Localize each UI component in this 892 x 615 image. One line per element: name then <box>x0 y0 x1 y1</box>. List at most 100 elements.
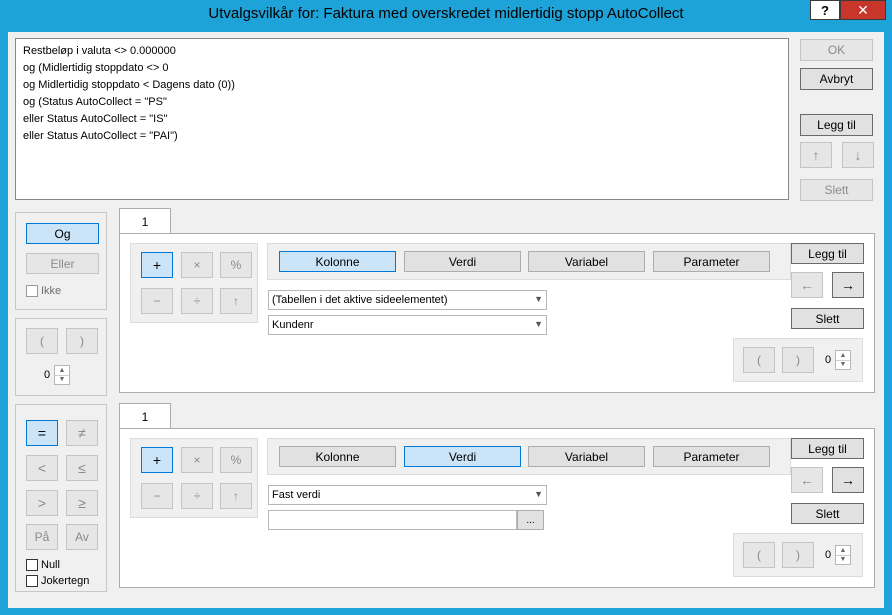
operand-paren-spinner[interactable]: 0 ▲ ▼ <box>821 545 851 565</box>
null-checkbox[interactable]: Null <box>26 559 60 571</box>
move-right-button[interactable]: → <box>832 272 864 298</box>
value-type-combo[interactable]: Fast verdi ▼ <box>268 485 547 505</box>
not-checkbox-label: Ikke <box>41 285 62 297</box>
logic-group: Og Eller Ikke <box>15 212 107 310</box>
dialog-client: Restbeløp i valuta <> 0.000000 og (Midle… <box>8 32 884 608</box>
spin-down-icon[interactable]: ▼ <box>55 376 69 385</box>
and-button[interactable]: Og <box>26 223 99 244</box>
not-equals-button[interactable]: ≠ <box>66 420 98 446</box>
off-button[interactable]: Av <box>66 524 98 550</box>
operand-open-paren-button[interactable]: ( <box>743 347 775 373</box>
spinner-arrows[interactable]: ▲ ▼ <box>54 365 70 385</box>
comparison-group: = ≠ < ≤ > ≥ På Av Null Jokertegn <box>15 404 107 592</box>
spin-down-icon[interactable]: ▼ <box>836 361 850 370</box>
chevron-down-icon[interactable]: ▼ <box>534 489 543 499</box>
condition-line: og (Status AutoCollect = "PS" <box>23 96 167 108</box>
table-combo[interactable]: (Tabellen i det aktive sideelementet) ▼ <box>268 290 547 310</box>
type-variable-button[interactable]: Variabel <box>528 251 645 272</box>
greater-equal-button[interactable]: ≥ <box>66 490 98 516</box>
null-checkbox-label: Null <box>41 559 60 571</box>
spin-up-icon[interactable]: ▲ <box>836 546 850 556</box>
help-button[interactable]: ? <box>810 0 840 20</box>
chevron-down-icon[interactable]: ▼ <box>534 294 543 304</box>
window-title: Utvalgsvilkår for: Faktura med overskred… <box>208 5 684 22</box>
spin-up-icon[interactable]: ▲ <box>55 366 69 376</box>
less-than-button[interactable]: < <box>26 455 58 481</box>
conditions-list[interactable]: Restbeløp i valuta <> 0.000000 og (Midle… <box>15 38 789 200</box>
move-up-button[interactable]: ↑ <box>800 142 832 168</box>
tab-operand-1[interactable]: 1 <box>119 208 171 234</box>
wildcard-checkbox[interactable]: Jokertegn <box>26 575 89 587</box>
minus-button[interactable]: − <box>141 483 173 509</box>
operand-paren-count: 0 <box>824 549 832 561</box>
value-input[interactable] <box>268 510 517 530</box>
not-checkbox-box[interactable] <box>26 285 38 297</box>
operand-paren-box: ( ) 0 ▲ ▼ <box>733 533 863 577</box>
move-down-button[interactable]: ↓ <box>842 142 874 168</box>
operand-add-button[interactable]: Legg til <box>791 243 864 264</box>
divide-button[interactable]: ÷ <box>181 288 213 314</box>
delete-condition-button[interactable]: Slett <box>800 179 873 201</box>
spinner-arrows[interactable]: ▲ ▼ <box>835 545 851 565</box>
operator-box: + × % − ÷ ↑ <box>130 438 258 518</box>
add-condition-button[interactable]: Legg til <box>800 114 873 136</box>
minus-button[interactable]: − <box>141 288 173 314</box>
power-button[interactable]: ↑ <box>220 288 252 314</box>
browse-button[interactable]: ... <box>517 510 544 530</box>
operand-open-paren-button[interactable]: ( <box>743 542 775 568</box>
paren-count-spinner[interactable]: 0 ▲ ▼ <box>40 365 70 385</box>
condition-line: Restbeløp i valuta <> 0.000000 <box>23 45 176 57</box>
operand-close-paren-button[interactable]: ) <box>782 542 814 568</box>
wildcard-checkbox-label: Jokertegn <box>41 575 90 587</box>
operand-close-paren-button[interactable]: ) <box>782 347 814 373</box>
divide-button[interactable]: ÷ <box>181 483 213 509</box>
tab-operand-2[interactable]: 1 <box>119 403 171 429</box>
not-checkbox[interactable]: Ikke <box>26 285 61 297</box>
dialog-window: Utvalgsvilkår for: Faktura med overskred… <box>0 0 892 615</box>
type-parameter-button[interactable]: Parameter <box>653 251 770 272</box>
times-button[interactable]: × <box>181 447 213 473</box>
type-value-button[interactable]: Verdi <box>404 251 521 272</box>
plus-button[interactable]: + <box>141 252 173 278</box>
close-paren-button[interactable]: ) <box>66 328 98 354</box>
power-button[interactable]: ↑ <box>220 483 252 509</box>
move-left-button[interactable]: ← <box>791 272 823 298</box>
type-variable-button[interactable]: Variabel <box>528 446 645 467</box>
greater-than-button[interactable]: > <box>26 490 58 516</box>
type-column-button[interactable]: Kolonne <box>279 251 396 272</box>
value-type-combo-value: Fast verdi <box>272 489 321 501</box>
operand-paren-count: 0 <box>824 354 832 366</box>
ok-button[interactable]: OK <box>800 39 873 61</box>
type-parameter-button[interactable]: Parameter <box>653 446 770 467</box>
chevron-down-icon[interactable]: ▼ <box>534 319 543 329</box>
operand-delete-button[interactable]: Slett <box>791 503 864 524</box>
on-button[interactable]: På <box>26 524 58 550</box>
wildcard-checkbox-box[interactable] <box>26 575 38 587</box>
type-column-button[interactable]: Kolonne <box>279 446 396 467</box>
operand-paren-spinner[interactable]: 0 ▲ ▼ <box>821 350 851 370</box>
plus-button[interactable]: + <box>141 447 173 473</box>
spinner-arrows[interactable]: ▲ ▼ <box>835 350 851 370</box>
move-left-button[interactable]: ← <box>791 467 823 493</box>
spin-down-icon[interactable]: ▼ <box>836 556 850 565</box>
null-checkbox-box[interactable] <box>26 559 38 571</box>
move-right-button[interactable]: → <box>832 467 864 493</box>
spin-up-icon[interactable]: ▲ <box>836 351 850 361</box>
or-button[interactable]: Eller <box>26 253 99 274</box>
open-paren-button[interactable]: ( <box>26 328 58 354</box>
less-equal-button[interactable]: ≤ <box>66 455 98 481</box>
type-value-button[interactable]: Verdi <box>404 446 521 467</box>
operand-delete-button[interactable]: Slett <box>791 308 864 329</box>
column-combo-value: Kundenr <box>272 319 314 331</box>
percent-button[interactable]: % <box>220 447 252 473</box>
times-button[interactable]: × <box>181 252 213 278</box>
cancel-button[interactable]: Avbryt <box>800 68 873 90</box>
close-button[interactable]: ✕ <box>840 0 886 20</box>
equals-button[interactable]: = <box>26 420 58 446</box>
operand-add-button[interactable]: Legg til <box>791 438 864 459</box>
column-combo[interactable]: Kundenr ▼ <box>268 315 547 335</box>
percent-button[interactable]: % <box>220 252 252 278</box>
operand-paren-box: ( ) 0 ▲ ▼ <box>733 338 863 382</box>
paren-count-value: 0 <box>43 369 51 381</box>
condition-line: og Midlertidig stoppdato < Dagens dato (… <box>23 79 235 91</box>
